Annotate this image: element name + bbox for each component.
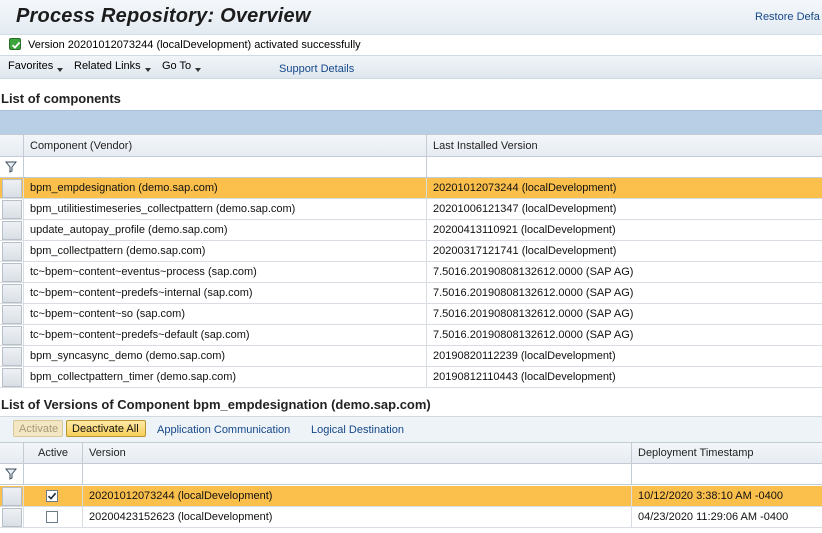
column-header-version-label: Version <box>89 447 126 459</box>
component-row[interactable]: bpm_collectpattern (demo.sap.com) 2020031… <box>0 241 822 262</box>
active-cell <box>23 507 82 527</box>
support-details-link[interactable]: Support Details <box>279 63 354 75</box>
deployment-timestamp-cell: 04/23/2020 11:29:06 AM -0400 <box>631 507 822 527</box>
component-row[interactable]: update_autopay_profile (demo.sap.com) 202… <box>0 220 822 241</box>
dropdown-arrow-icon <box>195 68 202 72</box>
version-row[interactable]: 20200423152623 (localDevelopment) 04/23/2… <box>0 507 822 528</box>
component-row[interactable]: tc~bpem~content~predefs~default (sap.com… <box>0 325 822 346</box>
last-installed-version-cell: 7.5016.20190808132612.0000 (SAP AG) <box>426 325 822 345</box>
last-installed-version-cell: 7.5016.20190808132612.0000 (SAP AG) <box>426 262 822 282</box>
component-name-cell: tc~bpem~content~eventus~process (sap.com… <box>23 262 426 282</box>
column-header-active-label: Active <box>38 447 68 459</box>
last-installed-version-cell: 7.5016.20190808132612.0000 (SAP AG) <box>426 283 822 303</box>
menu-related-links[interactable]: Related Links <box>74 60 151 72</box>
row-selector[interactable] <box>2 347 22 366</box>
component-name-cell: bpm_collectpattern (demo.sap.com) <box>23 241 426 261</box>
menu-favorites[interactable]: Favorites <box>8 60 64 72</box>
last-installed-version-cell: 20190812110443 (localDevelopment) <box>426 367 822 387</box>
activate-button[interactable]: Activate <box>13 420 63 437</box>
row-selector[interactable] <box>2 179 22 198</box>
versions-toolbar: Activate Deactivate All Application Comm… <box>0 416 822 442</box>
component-name-cell: update_autopay_profile (demo.sap.com) <box>23 220 426 240</box>
column-header-version[interactable]: Version <box>82 443 631 463</box>
last-installed-version-cell: 20201006121347 (localDevelopment) <box>426 199 822 219</box>
filter-cell-component[interactable] <box>23 157 426 177</box>
menu-bar: Favorites Related Links Go To Support De… <box>0 55 822 79</box>
components-table-header: Component (Vendor) Last Installed Versio… <box>0 134 822 157</box>
row-selector[interactable] <box>2 368 22 387</box>
deactivate-all-button[interactable]: Deactivate All <box>66 420 146 437</box>
versions-section-title: List of Versions of Component bpm_empdes… <box>1 397 431 412</box>
component-row[interactable]: tc~bpem~content~eventus~process (sap.com… <box>0 262 822 283</box>
column-header-last-installed-version[interactable]: Last Installed Version <box>426 135 822 156</box>
component-row[interactable]: bpm_collectpattern_timer (demo.sap.com) 2… <box>0 367 822 388</box>
components-section-title: List of components <box>1 91 121 106</box>
version-row[interactable]: 20201012073244 (localDevelopment) 10/12/2… <box>0 486 822 507</box>
filter-icon[interactable] <box>4 468 18 483</box>
row-selector[interactable] <box>2 200 22 219</box>
components-table-toolbar <box>0 110 822 134</box>
last-installed-version-cell: 20190820112239 (localDevelopment) <box>426 346 822 366</box>
title-bar: Process Repository: Overview Restore Def… <box>0 0 822 35</box>
component-name-cell: bpm_empdesignation (demo.sap.com) <box>23 178 426 198</box>
success-message: Version 20201012073244 (localDevelopment… <box>28 39 361 51</box>
component-row[interactable]: tc~bpem~content~predefs~internal (sap.co… <box>0 283 822 304</box>
row-selector[interactable] <box>2 284 22 303</box>
message-bar: Version 20201012073244 (localDevelopment… <box>0 35 822 55</box>
success-check-icon <box>9 38 21 50</box>
row-selector[interactable] <box>2 326 22 345</box>
last-installed-version-cell: 20200317121741 (localDevelopment) <box>426 241 822 261</box>
component-row[interactable]: bpm_utilitiestimeseries_collectpattern (… <box>0 199 822 220</box>
component-name-cell: tc~bpem~content~predefs~default (sap.com… <box>23 325 426 345</box>
logical-destination-link[interactable]: Logical Destination <box>311 424 404 436</box>
last-installed-version-cell: 7.5016.20190808132612.0000 (SAP AG) <box>426 304 822 324</box>
component-name-cell: bpm_collectpattern_timer (demo.sap.com) <box>23 367 426 387</box>
dropdown-arrow-icon <box>144 68 151 72</box>
dropdown-arrow-icon <box>57 68 64 72</box>
component-row[interactable]: bpm_empdesignation (demo.sap.com) 2020101… <box>0 178 822 199</box>
row-selector[interactable] <box>2 221 22 240</box>
component-row[interactable]: tc~bpem~content~so (sap.com) 7.5016.20190… <box>0 304 822 325</box>
version-cell: 20200423152623 (localDevelopment) <box>82 507 631 527</box>
component-name-cell: bpm_utilitiestimeseries_collectpattern (… <box>23 199 426 219</box>
menu-go-to[interactable]: Go To <box>162 60 202 72</box>
page-title: Process Repository: Overview <box>16 5 311 27</box>
column-header-timestamp-label: Deployment Timestamp <box>638 447 754 459</box>
last-installed-version-cell: 20200413110921 (localDevelopment) <box>426 220 822 240</box>
version-cell: 20201012073244 (localDevelopment) <box>82 486 631 506</box>
restore-defaults-link[interactable]: Restore Defa <box>755 11 820 23</box>
filter-cell-version[interactable] <box>82 464 631 484</box>
application-communication-link[interactable]: Application Communication <box>157 424 290 436</box>
column-header-component-label: Component (Vendor) <box>30 139 133 152</box>
component-name-cell: tc~bpem~content~predefs~internal (sap.co… <box>23 283 426 303</box>
row-selector[interactable] <box>2 508 22 527</box>
column-header-component[interactable]: Component (Vendor) <box>23 135 426 156</box>
row-selector[interactable] <box>2 263 22 282</box>
deployment-timestamp-cell: 10/12/2020 3:38:10 AM -0400 <box>631 486 822 506</box>
component-name-cell: tc~bpem~content~so (sap.com) <box>23 304 426 324</box>
row-selector[interactable] <box>2 305 22 324</box>
last-installed-version-cell: 20201012073244 (localDevelopment) <box>426 178 822 198</box>
active-cell <box>23 486 82 506</box>
versions-table-header: Active Version Deployment Timestamp <box>0 442 822 464</box>
filter-icon[interactable] <box>4 161 18 176</box>
column-header-deployment-timestamp[interactable]: Deployment Timestamp <box>631 443 822 463</box>
filter-cell-version[interactable] <box>426 157 822 177</box>
row-selector[interactable] <box>2 487 22 506</box>
filter-cell-timestamp[interactable] <box>631 464 822 484</box>
column-header-version-label: Last Installed Version <box>433 139 538 152</box>
row-selector[interactable] <box>2 242 22 261</box>
versions-filter-row <box>0 464 822 485</box>
menu-favorites-label: Favorites <box>8 60 54 72</box>
menu-related-links-label: Related Links <box>74 60 141 72</box>
menu-go-to-label: Go To <box>162 60 192 72</box>
filter-cell-active[interactable] <box>23 464 82 484</box>
component-row[interactable]: bpm_syncasync_demo (demo.sap.com) 2019082… <box>0 346 822 367</box>
active-checkbox[interactable] <box>46 490 58 502</box>
components-filter-row <box>0 157 822 178</box>
component-name-cell: bpm_syncasync_demo (demo.sap.com) <box>23 346 426 366</box>
active-checkbox[interactable] <box>46 511 58 523</box>
column-header-active[interactable]: Active <box>23 443 82 463</box>
